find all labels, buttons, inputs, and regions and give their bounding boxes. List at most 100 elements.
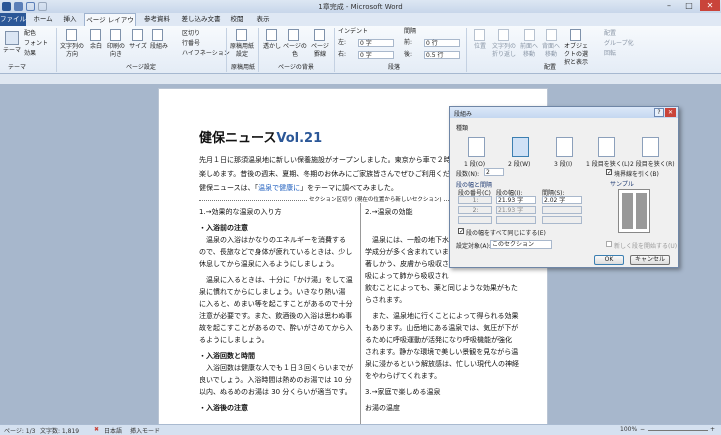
- align-button[interactable]: 配置: [604, 30, 616, 38]
- insert-mode[interactable]: 挿入モード: [130, 426, 160, 435]
- send-backward-icon: [546, 29, 557, 41]
- arrange-group-label: 配置: [543, 64, 556, 71]
- intro-line-3: 健保ニュースは、「温泉で健康に」をテーマに調べてみました。: [199, 183, 398, 193]
- apply-to-select[interactable]: このセクション: [490, 240, 552, 249]
- right-column-line: 飲むことによっても、薬と同じような効果がもた: [365, 284, 518, 292]
- bring-forward-icon: [524, 29, 535, 41]
- breaks-button[interactable]: 区切り: [182, 30, 200, 38]
- preset-left-narrow[interactable]: [598, 137, 615, 157]
- text-direction-icon: [66, 29, 77, 41]
- column-number-2: 2:: [458, 206, 492, 214]
- num-columns-input[interactable]: 2: [484, 168, 504, 176]
- indent-left-input[interactable]: 0 字: [358, 39, 394, 47]
- divider: [466, 28, 467, 72]
- apply-to-label: 設定対象(A):: [456, 243, 491, 250]
- left-column-line: 注意が必要です。また、飲酒後の入浴は思わぬ事: [199, 312, 353, 320]
- theme-fonts[interactable]: フォント: [24, 40, 48, 48]
- newsletter-title: 健保ニュースVol.21: [199, 127, 322, 146]
- watermark-button[interactable]: 透かし: [262, 43, 282, 51]
- margins-button[interactable]: 余白: [88, 43, 104, 51]
- tab-view[interactable]: 表示: [252, 13, 274, 26]
- title-text: 健保ニュース: [199, 131, 277, 146]
- indent-right-input[interactable]: 0 字: [358, 51, 394, 59]
- tab-insert[interactable]: 挿入: [58, 13, 82, 26]
- text-direction-button[interactable]: 文字列の方向: [60, 43, 84, 59]
- columns-icon: [152, 29, 163, 41]
- column-spacing-1[interactable]: 2.02 字: [542, 196, 582, 204]
- proofing-icon[interactable]: ✖: [94, 426, 99, 433]
- ruler: [0, 74, 721, 84]
- left-column-line: 入浴回数は健康な人でも１日３回くらいまでが: [199, 364, 353, 372]
- preset-three-label: 3 段(I): [554, 161, 573, 168]
- cancel-button[interactable]: キャンセル: [630, 255, 670, 265]
- tab-home[interactable]: ホーム: [30, 13, 56, 26]
- bring-forward-button[interactable]: 前面へ移動: [518, 43, 540, 59]
- columns-button[interactable]: 段組み: [148, 43, 170, 51]
- title-bar: 1章完成 - Microsoft Word – □ ✕: [0, 0, 721, 13]
- tab-references[interactable]: 参考資料: [140, 13, 174, 26]
- equal-width-checkbox[interactable]: ✓: [458, 228, 464, 235]
- column-width-3: [496, 216, 536, 224]
- close-icon[interactable]: ✕: [700, 0, 720, 11]
- tab-mailings[interactable]: 差し込み文書: [178, 13, 224, 26]
- preset-one-column[interactable]: [468, 137, 485, 157]
- margins-icon: [90, 29, 101, 41]
- manuscript-button[interactable]: 原稿用紙設定: [230, 43, 254, 59]
- wrap-text-button[interactable]: 文字列の折り返し: [490, 43, 518, 59]
- preset-right-narrow[interactable]: [642, 137, 659, 157]
- minimize-icon[interactable]: –: [660, 0, 678, 11]
- line-numbers-button[interactable]: 行番号: [182, 40, 200, 48]
- page-border-button[interactable]: ページ罫線: [310, 43, 330, 59]
- theme-button[interactable]: テーマ: [2, 47, 22, 55]
- preset-three-columns[interactable]: [556, 137, 573, 157]
- help-icon[interactable]: ?: [654, 108, 664, 117]
- language[interactable]: 日本語: [104, 426, 122, 435]
- column-width-1[interactable]: 21.93 字: [496, 196, 536, 204]
- page-color-button[interactable]: ページの色: [282, 43, 308, 59]
- dialog-close-icon[interactable]: ✕: [665, 108, 676, 117]
- left-column-line: ・入浴回数と時間: [199, 352, 255, 360]
- theme-colors[interactable]: 配色: [24, 30, 36, 38]
- tab-file[interactable]: ファイル: [0, 13, 26, 26]
- left-column-line: ・入浴後の注意: [199, 404, 248, 412]
- presets-label: 種類: [456, 125, 469, 132]
- intro-line: 楽しめます。昔後の週末、夏期、冬期のお休みにご家族皆さんでぜひご利用くだ: [199, 170, 450, 178]
- border-checkbox[interactable]: ✓: [606, 169, 612, 176]
- ok-button[interactable]: OK: [594, 255, 624, 265]
- spacing-after-input[interactable]: 0.5 行: [424, 51, 460, 59]
- group-button[interactable]: グループ化: [604, 40, 634, 48]
- zoom-out-icon[interactable]: −: [640, 426, 645, 433]
- position-button[interactable]: 位置: [470, 43, 490, 51]
- wrap-text-icon: [498, 29, 509, 41]
- word-count[interactable]: 文字数: 1,819: [40, 426, 79, 435]
- size-button[interactable]: サイズ: [128, 43, 148, 51]
- preset-two-columns[interactable]: [512, 137, 529, 157]
- theme-effects[interactable]: 効果: [24, 50, 36, 58]
- selection-pane-icon: [570, 29, 581, 41]
- preset-two-label: 2 段(W): [508, 161, 531, 168]
- new-column-label: 新しく段を開始する(U): [614, 243, 678, 250]
- divider: [334, 28, 335, 72]
- right-column-line: 著しかう、皮膚から吸収さ: [365, 260, 449, 268]
- maximize-icon[interactable]: □: [680, 0, 698, 11]
- status-bar: ページ: 1/3 文字数: 1,819 ✖ 日本語 挿入モード 100% − +: [0, 424, 721, 435]
- rotate-button[interactable]: 回転: [604, 50, 616, 58]
- new-column-checkbox[interactable]: [606, 241, 612, 247]
- send-backward-button[interactable]: 背面へ移動: [540, 43, 562, 59]
- spacing-before-input[interactable]: 0 行: [424, 39, 460, 47]
- size-icon: [132, 29, 143, 41]
- orientation-button[interactable]: 印刷の向き: [106, 43, 126, 59]
- right-column-line: 温泉には、一般の地下水: [365, 236, 449, 244]
- divider: [56, 28, 57, 72]
- zoom-slider[interactable]: [648, 430, 708, 431]
- indent-label: インデント: [338, 28, 369, 35]
- ribbon-content: テーマ 配色 フォント 効果 テーマ 文字列の方向 余白 印刷の向き サイズ 段…: [0, 26, 721, 74]
- preset-one-label: 1 段(O): [464, 161, 486, 168]
- tab-review[interactable]: 校閲: [226, 13, 248, 26]
- background-group-label: ページの背景: [278, 64, 314, 71]
- page-border-icon: [314, 29, 325, 41]
- hyphenation-button[interactable]: ハイフネーション: [182, 50, 230, 58]
- tab-page-layout[interactable]: ページ レイアウト: [84, 13, 136, 37]
- zoom-in-icon[interactable]: +: [710, 426, 715, 433]
- page-count[interactable]: ページ: 1/3: [4, 426, 35, 435]
